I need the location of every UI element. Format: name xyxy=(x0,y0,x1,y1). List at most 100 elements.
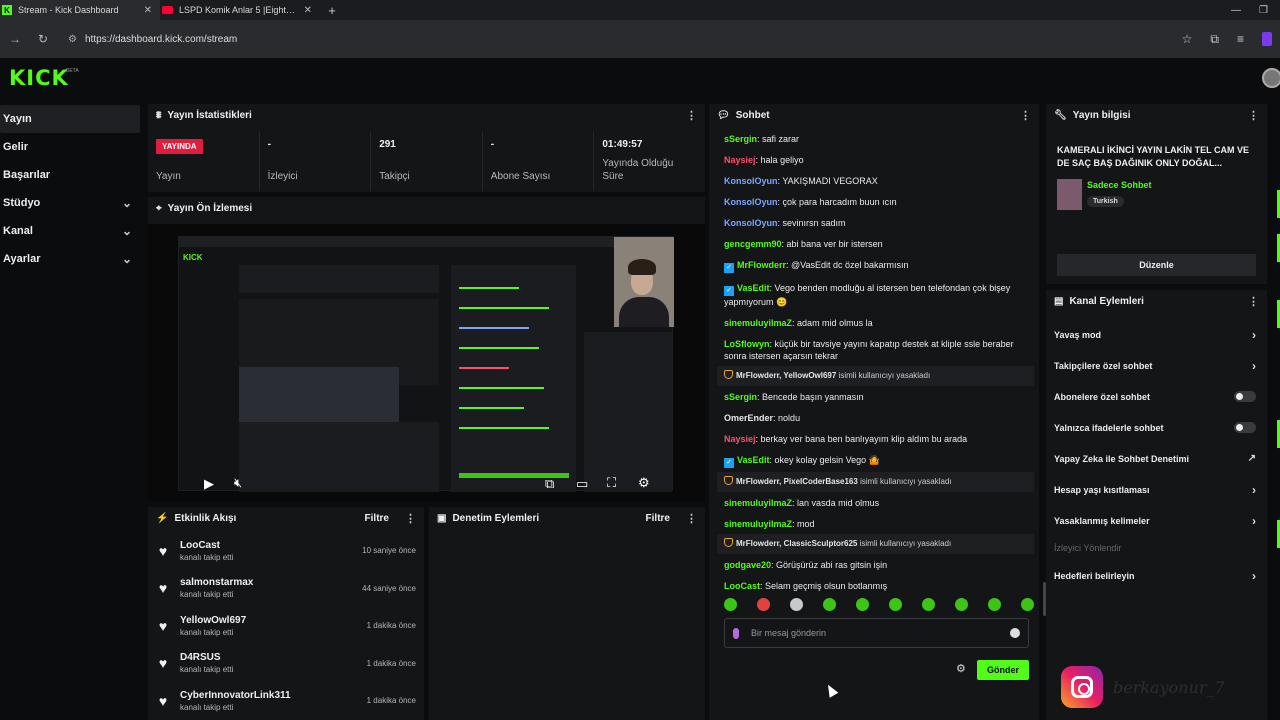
chat-username[interactable]: LooCast xyxy=(724,581,760,591)
emotes-only-toggle[interactable] xyxy=(1234,422,1256,433)
chat-username[interactable]: sSergin xyxy=(724,134,757,144)
sidebar-item-ayarlar[interactable]: Ayarlar ⌄ xyxy=(0,245,140,273)
chat-username[interactable]: sinemuluyilmaZ xyxy=(724,498,792,508)
chat-username[interactable]: VasEdit xyxy=(737,283,770,293)
tab-title: Stream - Kick Dashboard xyxy=(18,5,119,15)
chat-message: KonsolOyun: çok para harcadım buun ıcın xyxy=(724,197,897,207)
fullscreen-icon[interactable]: ⛶ xyxy=(607,475,616,491)
event-user[interactable]: D4RSUS xyxy=(180,652,357,663)
browser-tab-youtube[interactable]: LSPD Komik Anlar 5 |Eightborn ✕ xyxy=(160,0,320,20)
stat-label: Yayında Olduğu Süre xyxy=(602,158,674,182)
chevron-right-icon: › xyxy=(1252,568,1256,583)
emote-icon[interactable] xyxy=(757,598,770,611)
sidebar-item-yayin[interactable]: Yayın xyxy=(0,105,140,133)
close-tab-icon[interactable]: ✕ xyxy=(144,5,152,16)
chat-username[interactable]: KonsolOyun xyxy=(724,218,778,228)
site-info-icon[interactable]: ⚙ xyxy=(68,34,77,45)
emote-icon[interactable] xyxy=(889,598,902,611)
microphone-icon[interactable] xyxy=(733,627,739,639)
extensions-icon[interactable]: ⧉ xyxy=(1210,32,1219,47)
maximize-icon[interactable]: ❐ xyxy=(1259,5,1268,16)
kick-logo[interactable]: KICK xyxy=(9,66,69,90)
action-account-age[interactable]: Hesap yaşı kısıtlaması › xyxy=(1046,474,1267,505)
sidebar-nav: Yayın Gelir Başarılar Stüdyo ⌄ Kanal ⌄ Aya… xyxy=(0,105,140,273)
action-emotes-only: Yalnızca ifadelerle sohbet xyxy=(1046,412,1267,443)
sidebar-item-studyo[interactable]: Stüdyo ⌄ xyxy=(0,189,140,217)
emote-icon[interactable] xyxy=(790,598,803,611)
browser-tab-bar: K Stream - Kick Dashboard ✕ LSPD Komik A… xyxy=(0,0,1280,20)
sidebar-item-kanal[interactable]: Kanal ⌄ xyxy=(0,217,140,245)
more-options-icon[interactable]: ⋮ xyxy=(1248,295,1259,308)
chat-username[interactable]: Naysiej xyxy=(724,434,756,444)
sidebar-item-gelir[interactable]: Gelir xyxy=(0,133,140,161)
chat-username[interactable]: MrFlowderr xyxy=(737,260,786,270)
mute-icon[interactable]: 🔇︎ xyxy=(234,475,242,491)
filter-button[interactable]: Filtre xyxy=(365,513,389,524)
emote-icon[interactable] xyxy=(856,598,869,611)
category-link[interactable]: Sadece Sohbet xyxy=(1087,180,1152,190)
event-user[interactable]: LooCast xyxy=(180,540,352,551)
minimize-icon[interactable]: — xyxy=(1231,5,1241,16)
more-options-icon[interactable]: ⋮ xyxy=(1020,109,1031,122)
more-options-icon[interactable]: ⋮ xyxy=(686,109,697,122)
chat-username[interactable]: Naysiej xyxy=(724,155,756,165)
more-options-icon[interactable]: ⋮ xyxy=(686,512,697,525)
chat-username[interactable]: sinemuluyilmaZ xyxy=(724,519,792,529)
chat-username[interactable]: OmerEnder xyxy=(724,413,773,423)
event-user[interactable]: CyberInnovatorLink311 xyxy=(180,690,357,701)
sidebar-item-basarilar[interactable]: Başarılar xyxy=(0,161,140,189)
emote-quick-bar xyxy=(724,598,1034,611)
action-followers-only[interactable]: Takipçilere özel sohbet › xyxy=(1046,350,1267,381)
chat-input[interactable]: Bir mesaj gönderin xyxy=(724,618,1029,648)
preview-video[interactable]: KICK ▶ 🔇︎ ⧉ ▭ ⛶ ⚙ xyxy=(148,224,705,501)
action-banned-words[interactable]: Yasaklanmış kelimeler › xyxy=(1046,505,1267,536)
chat-username[interactable]: sSergin xyxy=(724,392,757,402)
chat-settings-icon[interactable]: ⚙ xyxy=(956,662,966,675)
user-avatar[interactable] xyxy=(1262,68,1280,88)
chat-username[interactable]: sinemuluyilmaZ xyxy=(724,318,792,328)
theater-icon[interactable]: ▭ xyxy=(576,476,588,492)
emote-icon[interactable] xyxy=(955,598,968,611)
settings-icon[interactable]: ⚙ xyxy=(638,475,650,491)
pip-icon[interactable]: ⧉ xyxy=(545,476,554,492)
forward-icon[interactable]: → xyxy=(8,32,22,46)
event-user[interactable]: YellowOwl697 xyxy=(180,615,357,626)
emote-icon[interactable] xyxy=(922,598,935,611)
edit-button[interactable]: Düzenle xyxy=(1057,254,1256,276)
chat-username[interactable]: gencgemm90 xyxy=(724,239,782,249)
chat-text: çok para harcadım buun ıcın xyxy=(782,197,897,207)
new-tab-icon[interactable]: + xyxy=(320,0,344,20)
action-ai-moderation[interactable]: Yapay Zeka ile Sohbet Denetimi ↗ xyxy=(1046,443,1267,474)
action-slow-mode[interactable]: Yavaş mod › xyxy=(1046,319,1267,350)
browser-tab-kick[interactable]: K Stream - Kick Dashboard ✕ xyxy=(0,0,160,20)
action-goals[interactable]: Hedefleri belirleyin › xyxy=(1046,560,1267,591)
emote-icon[interactable] xyxy=(988,598,1001,611)
chat-username[interactable]: KonsolOyun xyxy=(724,176,778,186)
chat-username[interactable]: LoSflowyn xyxy=(724,339,770,349)
emoji-picker-icon[interactable] xyxy=(1010,628,1020,638)
event-user[interactable]: salmonstarmax xyxy=(180,577,352,588)
subscribers-only-toggle[interactable] xyxy=(1234,391,1256,402)
chat-message: ✓ MrFlowderr: @VasEdit dc özel bakarmısın xyxy=(709,254,1042,277)
close-tab-icon[interactable]: ✕ xyxy=(304,5,312,16)
chat-message: KonsolOyun: YAKIŞMADI VEGORAX xyxy=(724,176,878,186)
send-button[interactable]: Gönder xyxy=(977,660,1029,680)
bookmark-star-icon[interactable]: ☆ xyxy=(1182,32,1193,46)
chat-username[interactable]: godgave20 xyxy=(724,560,771,570)
emote-icon[interactable] xyxy=(724,598,737,611)
more-options-icon[interactable]: ⋮ xyxy=(1248,109,1259,122)
stat-value: - xyxy=(490,139,495,150)
chat-username[interactable]: KonsolOyun xyxy=(724,197,778,207)
filter-button[interactable]: Filtre xyxy=(646,513,670,524)
emote-icon[interactable] xyxy=(1021,598,1034,611)
url-field[interactable]: ⚙ https://dashboard.kick.com/stream xyxy=(64,26,1168,52)
media-icon[interactable]: ≡ xyxy=(1237,32,1244,46)
play-icon[interactable]: ▶ xyxy=(204,476,214,492)
emote-icon[interactable] xyxy=(823,598,836,611)
action-label: Takipçilere özel sohbet xyxy=(1054,360,1153,371)
lightning-icon: ⚡ xyxy=(156,512,169,524)
reload-icon[interactable]: ↻ xyxy=(36,32,50,46)
more-options-icon[interactable]: ⋮ xyxy=(405,512,416,525)
extension-icon[interactable] xyxy=(1262,32,1272,46)
chat-username[interactable]: VasEdit xyxy=(737,455,770,465)
